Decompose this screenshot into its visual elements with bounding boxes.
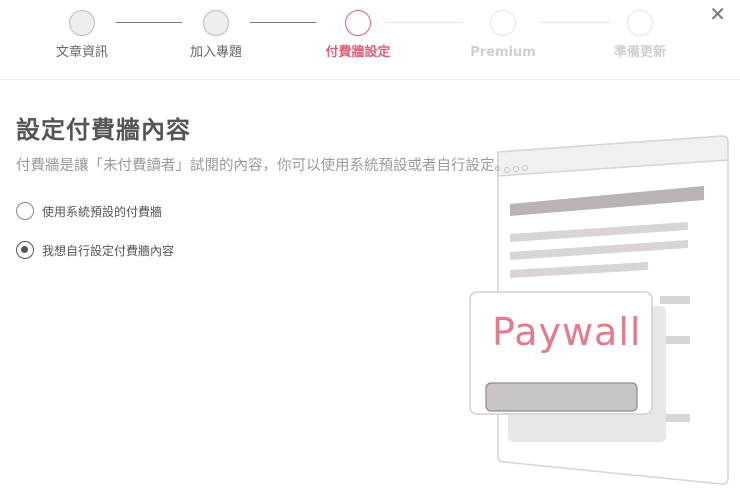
radio-button-selected[interactable] [16, 241, 34, 259]
step-label: Premium [470, 45, 536, 60]
step-label: 準備更新 [613, 45, 666, 60]
close-icon[interactable]: ✕ [709, 4, 726, 24]
radio-button[interactable] [16, 202, 34, 220]
step-label: 加入專題 [189, 45, 242, 60]
progress-stepper: 文章資訊 加入專題 付費牆設定 Premium 準備更新 ✕ [0, 0, 740, 80]
option-label: 我想自行設定付費牆內容 [42, 243, 175, 258]
paywall-label: Paywall [492, 310, 642, 354]
step-circle [203, 10, 229, 36]
step-circle [345, 10, 371, 36]
step-circle [490, 10, 516, 36]
step-circle [627, 10, 653, 36]
page-description: 付費牆是讓「未付費讀者」試閱的內容，你可以使用系統預設或者自行設定。 [16, 158, 509, 174]
step-circle [69, 10, 95, 36]
step-article-info[interactable]: 文章資訊 [22, 10, 142, 61]
step-premium[interactable]: Premium [443, 10, 563, 61]
step-ready-to-update[interactable]: 準備更新 [580, 10, 700, 61]
option-label: 使用系統預設的付費牆 [42, 204, 163, 219]
page-title: 設定付費牆內容 [16, 116, 191, 144]
option-custom-paywall[interactable]: 我想自行設定付費牆內容 [16, 241, 174, 259]
option-system-default-paywall[interactable]: 使用系統預設的付費牆 [16, 202, 162, 220]
step-add-topic[interactable]: 加入專題 [156, 10, 276, 61]
step-paywall-settings[interactable]: 付費牆設定 [298, 10, 418, 61]
step-label: 文章資訊 [55, 45, 108, 60]
step-label: 付費牆設定 [325, 45, 391, 60]
